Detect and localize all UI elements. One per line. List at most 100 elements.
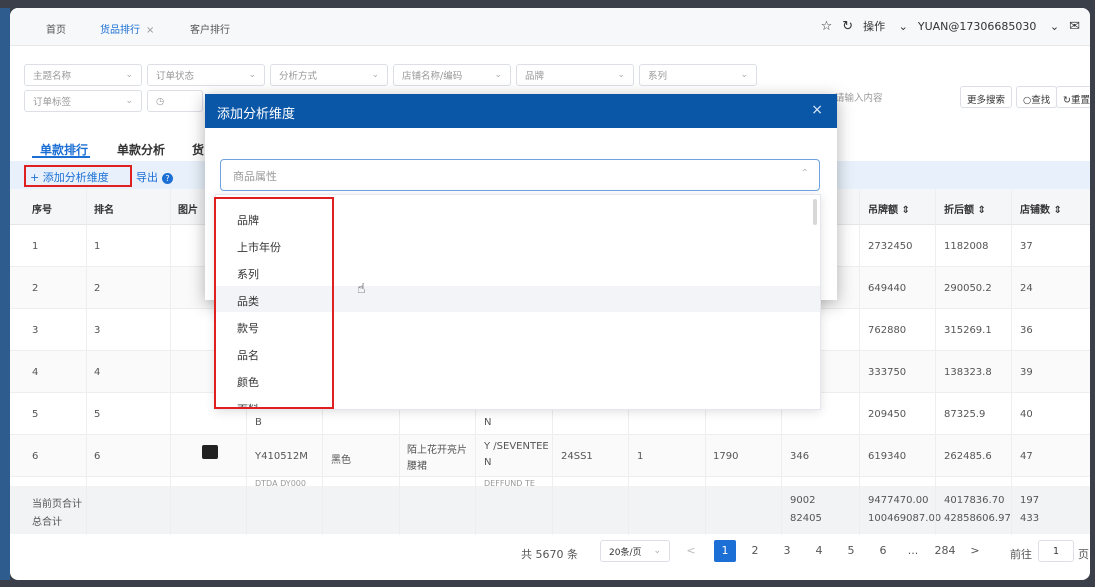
- store-select[interactable]: 店铺名称/编码 ⌄: [393, 64, 511, 86]
- cell-shops: 39: [1020, 367, 1033, 378]
- mail-icon[interactable]: ✉: [1069, 19, 1080, 34]
- page-last[interactable]: 284: [930, 540, 960, 562]
- tab-customer-ranking[interactable]: 客户排行: [190, 21, 230, 36]
- brand-select[interactable]: 品牌 ⌄: [516, 64, 634, 86]
- cell-shops: 37: [1020, 241, 1033, 252]
- tab-label: 货品排行: [100, 25, 140, 36]
- sort-icon[interactable]: ⇕: [1053, 205, 1061, 216]
- tab-home[interactable]: 首页: [46, 21, 66, 36]
- cell-rank: 1: [94, 241, 101, 252]
- tab-product-ranking[interactable]: 货品排行 ×: [100, 21, 154, 36]
- highlight-box: [214, 197, 334, 409]
- cell-rank: 2: [94, 283, 101, 294]
- col-no: 序号: [32, 205, 52, 216]
- total-shops-page: 197: [1020, 495, 1040, 506]
- order-tag-select[interactable]: 订单标签 ⌄: [24, 90, 142, 112]
- subtab-goods[interactable]: 货: [192, 141, 204, 158]
- page-2[interactable]: 2: [744, 540, 766, 562]
- goto-page-input[interactable]: 1: [1038, 540, 1074, 562]
- cell-name: 腰裙: [407, 461, 427, 472]
- top-right-controls: ☆ ↻ 操作 ⌄ YUAN@17306685030 ⌄ ✉: [821, 18, 1090, 34]
- page-ellipsis[interactable]: ...: [902, 540, 924, 562]
- chevron-down-icon: ⌄: [617, 70, 625, 80]
- user-menu[interactable]: YUAN@17306685030 ⌄: [918, 20, 1059, 33]
- more-search-button[interactable]: 更多搜索: [960, 86, 1013, 108]
- app-window: 首页 货品排行 × 客户排行 ☆ ↻ 操作 ⌄ YUAN@17306685030 …: [10, 8, 1090, 580]
- cell-rank: 3: [94, 325, 101, 336]
- refresh-icon[interactable]: ↻: [842, 19, 853, 34]
- chevron-down-icon: ⌄: [125, 70, 133, 80]
- theme-select[interactable]: 主题名称 ⌄: [24, 64, 142, 86]
- analysis-select[interactable]: 分析方式 ⌄: [270, 64, 388, 86]
- grid-line: [935, 189, 936, 535]
- col-shop-count[interactable]: 店铺数 ⇕: [1020, 201, 1062, 216]
- goto-label: 前往: [1010, 548, 1032, 561]
- cell-no: 5: [32, 409, 39, 420]
- cell-disc: 290050.2: [944, 283, 992, 294]
- page-unit-label: 页: [1078, 548, 1089, 561]
- cell-num: 346: [790, 451, 810, 462]
- search-input[interactable]: 请输入内容: [827, 86, 957, 108]
- order-status-select[interactable]: 订单状态 ⌄: [147, 64, 265, 86]
- chevron-down-icon: ⌄: [125, 96, 133, 106]
- col-discount-amount[interactable]: 折后额 ⇕: [944, 201, 986, 216]
- subtab-single-analysis[interactable]: 单款分析: [117, 141, 165, 158]
- dialog-title: 添加分析维度: [217, 107, 296, 122]
- cell-tag: 619340: [868, 451, 907, 462]
- sort-icon[interactable]: ⇕: [977, 205, 985, 216]
- total-disc-all: 42858606.97: [944, 513, 1011, 524]
- page-3[interactable]: 3: [776, 540, 798, 562]
- prev-page-button[interactable]: <: [680, 540, 702, 562]
- cell-name: 陌上花开亮片: [407, 445, 467, 456]
- col-tag-amount[interactable]: 吊牌额 ⇕: [868, 201, 910, 216]
- total-num-page: 9002: [790, 495, 816, 506]
- chevron-down-icon: ⌄: [740, 70, 748, 80]
- total-tag-all: 100469087.00: [868, 513, 942, 524]
- sort-icon[interactable]: ⇕: [901, 205, 909, 216]
- attribute-select[interactable]: 商品属性 ⌃: [220, 159, 820, 191]
- grid-line: [1011, 189, 1012, 535]
- dropdown-scrollbar[interactable]: [813, 199, 817, 225]
- clock-icon: ◷: [156, 95, 165, 107]
- cell-tag: 333750: [868, 367, 907, 378]
- left-sidebar-strip: [0, 8, 10, 580]
- add-dimension-button[interactable]: + 添加分析维度: [24, 165, 132, 187]
- cell-rank: 4: [94, 367, 101, 378]
- product-thumbnail[interactable]: [202, 445, 218, 459]
- reset-button[interactable]: ↻重置: [1056, 86, 1090, 108]
- date-picker[interactable]: ◷: [147, 90, 203, 112]
- cell-no: 4: [32, 367, 39, 378]
- page-5[interactable]: 5: [840, 540, 862, 562]
- ops-menu[interactable]: 操作 ⌄: [863, 18, 908, 34]
- cell-year: 24SS1: [561, 451, 593, 462]
- help-icon[interactable]: ?: [162, 173, 173, 184]
- next-page-button[interactable]: >: [964, 540, 986, 562]
- cell-tag: 209450: [868, 409, 907, 420]
- grid-line: [86, 189, 87, 535]
- chevron-up-icon: ⌃: [800, 168, 809, 179]
- grid-line: [170, 189, 171, 535]
- export-button[interactable]: 导出?: [136, 169, 173, 185]
- cell-code: Y410512M: [255, 451, 308, 462]
- cell-disc: 138323.8: [944, 367, 992, 378]
- page-size-select[interactable]: 20条/页 ⌄: [600, 540, 670, 562]
- cell-qty: 1: [637, 451, 644, 462]
- query-button[interactable]: ○查找: [1016, 86, 1058, 108]
- tab-close-icon[interactable]: ×: [146, 25, 154, 36]
- chevron-down-icon: ⌄: [653, 546, 661, 556]
- cell-no: 1: [32, 241, 39, 252]
- cell-no: 2: [32, 283, 39, 294]
- cell-brand: N: [484, 417, 492, 428]
- cell-no: 3: [32, 325, 39, 336]
- table-row[interactable]: 6 6 Y410512M 黑色 陌上花开亮片 腰裙 Y /SEVENTEE N …: [10, 435, 1090, 477]
- star-icon[interactable]: ☆: [821, 19, 833, 34]
- cell-no: 6: [32, 451, 39, 462]
- page-4[interactable]: 4: [808, 540, 830, 562]
- series-select[interactable]: 系列 ⌄: [639, 64, 757, 86]
- page-1[interactable]: 1: [714, 540, 736, 562]
- page-6[interactable]: 6: [872, 540, 894, 562]
- cell-price: 1790: [713, 451, 739, 462]
- cell-color: 黑色: [331, 455, 351, 466]
- close-icon[interactable]: ×: [811, 102, 823, 118]
- cell-shops: 47: [1020, 451, 1033, 462]
